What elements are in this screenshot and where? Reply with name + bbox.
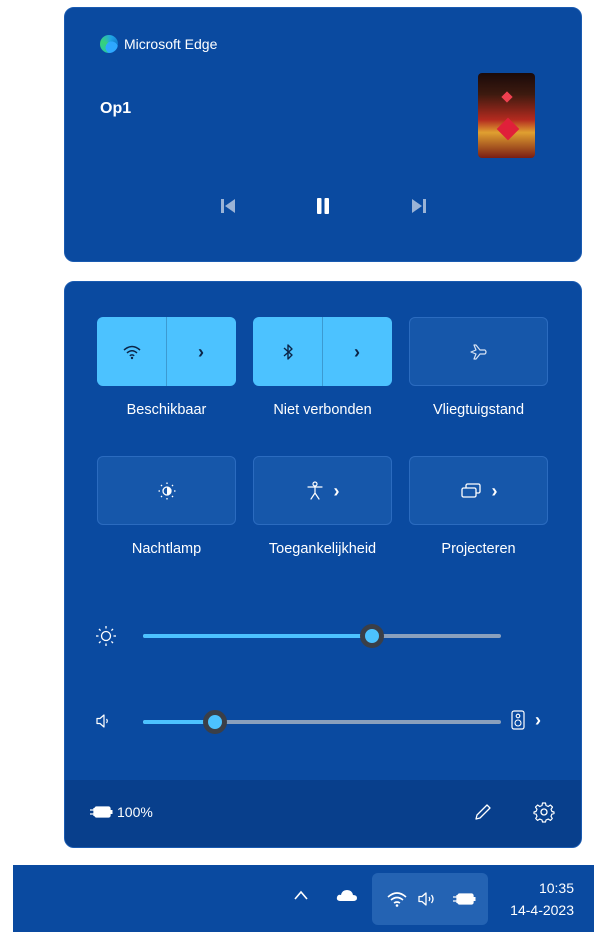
brightness-slider-fill	[143, 634, 373, 638]
speaker-icon	[417, 890, 439, 908]
accessibility-tile[interactable]: ›	[253, 456, 392, 525]
edge-logo-icon	[100, 35, 118, 53]
previous-track-icon[interactable]	[213, 191, 243, 221]
wifi-icon	[386, 890, 408, 908]
night-light-tile-label: Nachtlamp	[131, 541, 202, 557]
airplane-mode-tile[interactable]	[409, 317, 548, 386]
taskbar-time[interactable]: 10:35	[539, 880, 574, 896]
next-track-icon[interactable]	[404, 191, 434, 221]
accessibility-tile-label: Toegankelijkheid	[268, 541, 377, 557]
pencil-icon[interactable]	[473, 802, 493, 822]
night-light-tile[interactable]	[97, 456, 236, 525]
volume-slider-track[interactable]	[143, 720, 501, 724]
bluetooth-tile[interactable]: ›	[253, 317, 392, 386]
speaker-device-icon	[511, 710, 525, 730]
brightness-icon	[95, 625, 117, 647]
audio-output-chevron-icon: ›	[535, 710, 541, 730]
speaker-icon[interactable]	[95, 712, 113, 730]
wifi-icon[interactable]	[97, 317, 166, 386]
media-flyout: Microsoft Edge Op1	[64, 7, 582, 262]
cloud-icon[interactable]	[335, 887, 359, 903]
project-tile[interactable]: ›	[409, 456, 548, 525]
battery-status[interactable]: 100%	[89, 804, 153, 820]
wifi-tile[interactable]: ›	[97, 317, 236, 386]
project-chevron-icon: ›	[491, 480, 498, 501]
chevron-up-icon[interactable]	[293, 889, 309, 901]
taskbar-date[interactable]: 14-4-2023	[510, 902, 574, 918]
media-thumbnail	[478, 73, 535, 158]
quick-settings-flyout: › Beschikbaar › Niet verbonden Vliegtuig…	[64, 281, 582, 848]
bluetooth-expand-chevron-icon[interactable]: ›	[322, 317, 392, 386]
project-tile-label: Projecteren	[441, 541, 516, 557]
pause-icon[interactable]	[308, 191, 338, 221]
brightness-slider-thumb[interactable]	[360, 624, 385, 648]
wifi-tile-label: Beschikbaar	[126, 402, 207, 418]
accessibility-chevron-icon: ›	[333, 480, 340, 501]
gear-icon[interactable]	[533, 801, 555, 823]
battery-charging-icon	[89, 805, 113, 819]
airplane-icon	[410, 318, 547, 385]
media-track-title: Op1	[100, 100, 132, 117]
night-light-icon	[98, 457, 235, 524]
battery-charging-icon	[452, 892, 476, 906]
taskbar: 10:35 14-4-2023	[13, 865, 594, 932]
accessibility-icon	[306, 480, 324, 501]
bluetooth-tile-label: Niet verbonden	[273, 402, 372, 418]
quick-settings-footer: 100%	[65, 780, 581, 847]
project-icon	[460, 482, 482, 500]
airplane-tile-label: Vliegtuigstand	[432, 402, 525, 418]
system-tray-group[interactable]	[372, 873, 488, 925]
bluetooth-icon[interactable]	[253, 317, 322, 386]
wifi-expand-chevron-icon[interactable]: ›	[166, 317, 236, 386]
volume-slider-thumb[interactable]	[202, 710, 227, 734]
media-app-name: Microsoft Edge	[124, 36, 218, 52]
battery-percent: 100%	[117, 804, 153, 820]
audio-output-button[interactable]: ›	[511, 710, 541, 730]
brightness-slider-track[interactable]	[143, 634, 501, 638]
